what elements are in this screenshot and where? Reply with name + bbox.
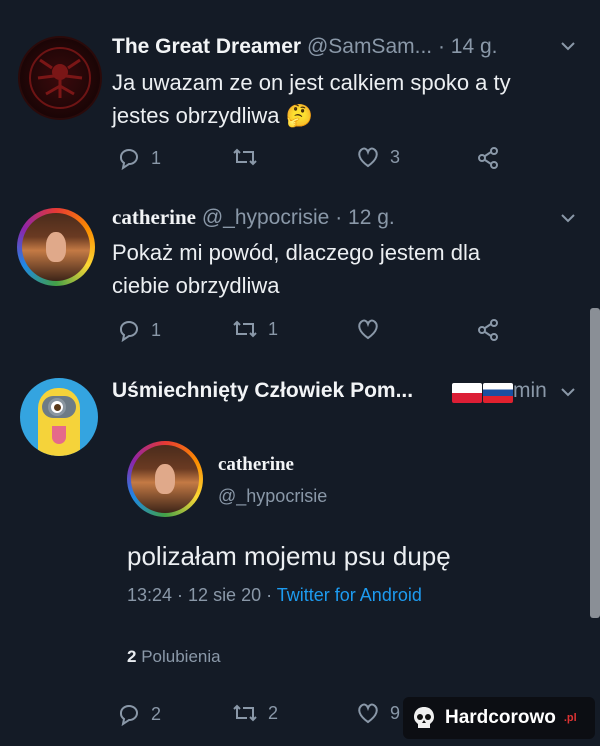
retweet-count: 2 bbox=[268, 702, 279, 723]
retweet-button[interactable]: 2 bbox=[232, 702, 278, 724]
chevron-down-icon[interactable] bbox=[560, 36, 576, 57]
tweet-author-name[interactable]: Uśmiechnięty Człowiek Pom... bbox=[112, 379, 413, 402]
quoted-tweet-text: polizałam mojemu psu dupę bbox=[127, 541, 451, 571]
reply-icon bbox=[120, 149, 138, 170]
likes-count: 2 bbox=[127, 647, 137, 666]
retweet-icon bbox=[233, 320, 257, 338]
retweet-button[interactable]: 1 bbox=[232, 318, 278, 340]
reply-icon bbox=[120, 705, 138, 726]
thinking-emoji: 🤔 bbox=[285, 103, 314, 128]
like-count: 9 bbox=[390, 702, 401, 723]
scrollbar[interactable] bbox=[590, 308, 600, 618]
reply-button[interactable]: 1 bbox=[117, 146, 161, 170]
avatar-catherine[interactable] bbox=[17, 208, 95, 286]
likes-label: Polubienia bbox=[141, 647, 221, 666]
chevron-down-icon[interactable] bbox=[560, 382, 576, 403]
like-button[interactable]: 9 bbox=[356, 702, 400, 724]
quoted-avatar-catherine[interactable] bbox=[127, 441, 203, 517]
tweet-time: min bbox=[513, 379, 547, 402]
chevron-down-icon[interactable] bbox=[560, 208, 576, 229]
tweet-author-name[interactable]: The Great Dreamer bbox=[112, 35, 301, 58]
tweet-author-name[interactable]: catherine bbox=[112, 205, 196, 229]
share-button[interactable] bbox=[476, 146, 500, 170]
heart-icon bbox=[358, 319, 378, 340]
reply-count: 1 bbox=[151, 147, 162, 168]
retweet-icon bbox=[233, 148, 257, 166]
tweet-text-line: jestes obrzydliwa bbox=[112, 103, 280, 128]
poland-flag-icon bbox=[452, 383, 482, 403]
like-button[interactable]: 3 bbox=[356, 146, 400, 168]
retweet-icon bbox=[233, 704, 257, 722]
hydra-logo-icon bbox=[29, 47, 91, 109]
heart-icon bbox=[358, 703, 378, 724]
reply-count: 2 bbox=[151, 703, 162, 724]
like-count: 3 bbox=[390, 146, 401, 167]
avatar-minion[interactable] bbox=[20, 378, 98, 456]
avatar-hydra[interactable] bbox=[18, 36, 102, 120]
tweet-text-line: ciebie obrzydliwa bbox=[112, 273, 280, 298]
reply-button[interactable]: 2 bbox=[117, 702, 161, 726]
heart-icon bbox=[358, 147, 378, 168]
reply-icon bbox=[120, 321, 138, 342]
tweet-text-line: Pokaż mi powód, dlaczego jestem dla bbox=[112, 240, 481, 265]
share-icon bbox=[478, 147, 498, 169]
tweet-time: · 14 g. bbox=[437, 35, 498, 58]
watermark-suffix: .pl bbox=[563, 712, 577, 724]
tweet-author-handle[interactable]: @SamSam... bbox=[307, 35, 432, 58]
skull-icon bbox=[414, 707, 434, 728]
likes-summary[interactable]: 2 Polubienia bbox=[127, 647, 221, 667]
watermark: Hardcorowo .pl bbox=[403, 697, 595, 739]
like-button[interactable] bbox=[356, 318, 390, 340]
reply-count: 1 bbox=[151, 319, 162, 340]
tweet-time: · 12 g. bbox=[335, 206, 395, 229]
slovakia-flag-icon bbox=[483, 383, 513, 403]
share-icon bbox=[478, 319, 498, 341]
tweet-text-line: Ja uwazam ze on jest calkiem spoko a ty bbox=[112, 70, 511, 95]
retweet-button[interactable] bbox=[232, 146, 268, 168]
quoted-timestamp: 13:24 · 12 sie 20 · bbox=[127, 585, 273, 605]
tweet-author-handle[interactable]: @_hypocrisie bbox=[202, 206, 330, 229]
watermark-text: Hardcorowo bbox=[445, 707, 556, 728]
quoted-author-name[interactable]: catherine bbox=[218, 454, 294, 475]
reply-button[interactable]: 1 bbox=[117, 318, 161, 342]
quoted-source-link[interactable]: Twitter for Android bbox=[277, 585, 422, 605]
share-button[interactable] bbox=[476, 318, 500, 342]
quoted-author-handle[interactable]: @_hypocrisie bbox=[218, 486, 327, 507]
retweet-count: 1 bbox=[268, 318, 279, 339]
